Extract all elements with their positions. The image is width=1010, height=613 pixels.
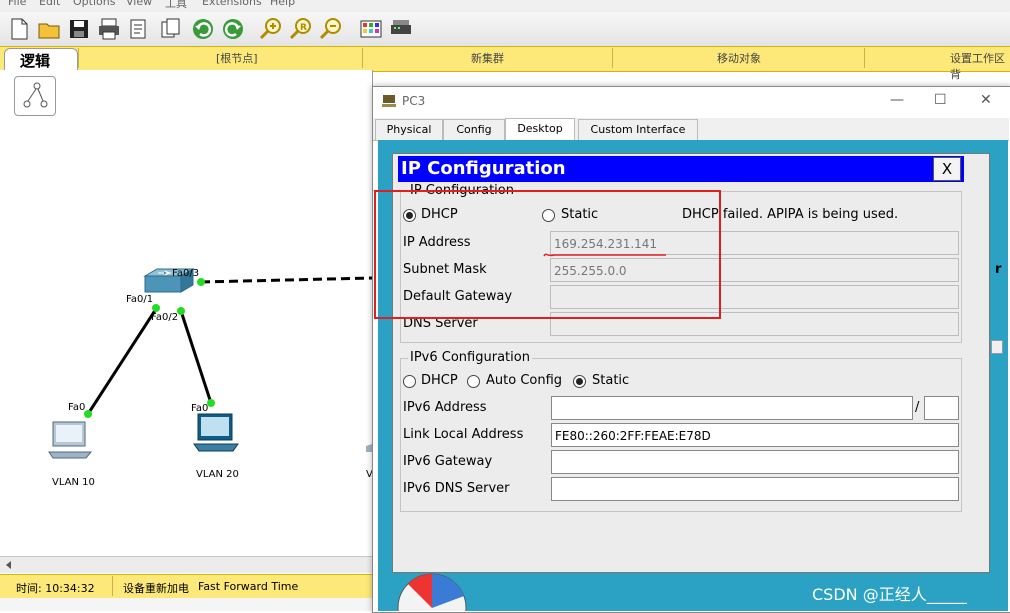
fast-forward-button[interactable]: Fast Forward Time xyxy=(198,580,298,593)
pc-app-icon xyxy=(382,95,396,107)
ipv6-gateway-label: IPv6 Gateway xyxy=(403,454,493,469)
bar-divider xyxy=(78,48,79,68)
annotation-underline xyxy=(543,253,666,257)
link-vlan20 xyxy=(179,310,213,404)
custom-device-icon[interactable] xyxy=(388,16,414,42)
menu-help[interactable]: Help xyxy=(270,0,295,8)
device-label-vlan20: VLAN 20 xyxy=(196,469,239,480)
menu-bar: File Edit Options View 工具 Extensions Hel… xyxy=(0,0,1010,12)
ipv6-auto-radio[interactable] xyxy=(467,375,480,388)
zoom-out-icon[interactable] xyxy=(318,16,344,42)
device-label-vlan10: VLAN 10 xyxy=(52,477,95,488)
bar-divider xyxy=(612,48,613,68)
ipv6-static-radio[interactable] xyxy=(573,375,586,388)
svg-text:R: R xyxy=(300,23,307,33)
port-label: Fa0 xyxy=(68,402,86,413)
print-icon[interactable] xyxy=(96,16,122,42)
workspace-bar xyxy=(0,46,1010,72)
save-icon[interactable] xyxy=(66,16,92,42)
tab-config[interactable]: Config xyxy=(443,119,505,140)
bar-divider xyxy=(864,48,865,68)
status-divider xyxy=(112,576,113,596)
watermark: CSDN @正经人_____ xyxy=(812,585,967,604)
scroll-left-icon[interactable] xyxy=(2,558,16,572)
desktop-vscrollbar[interactable] xyxy=(988,153,1006,571)
new-file-icon[interactable] xyxy=(6,16,32,42)
tab-physical[interactable]: Physical xyxy=(375,119,443,140)
ipv6-dhcp-radio[interactable] xyxy=(403,375,416,388)
menu-file[interactable]: File xyxy=(8,0,26,8)
menu-extensions[interactable]: Extensions xyxy=(202,0,262,8)
ipv6-static-label: Static xyxy=(592,373,630,388)
ipv6-auto-label: Auto Config xyxy=(486,373,563,388)
link-local-field[interactable]: FE80::260:2FF:FEAE:E78D xyxy=(551,423,959,447)
link-local-label: Link Local Address xyxy=(403,427,524,442)
ipv6-group-label: IPv6 Configuration xyxy=(408,350,532,365)
menu-edit[interactable]: Edit xyxy=(39,0,60,8)
dialog-close-button[interactable]: X xyxy=(933,157,961,181)
open-folder-icon[interactable] xyxy=(36,16,62,42)
set-background-button[interactable]: 设置工作区背 xyxy=(950,50,1010,82)
close-window-icon[interactable]: ✕ xyxy=(980,92,992,108)
menu-tools[interactable]: 工具 xyxy=(165,0,187,11)
root-node-button[interactable]: [根节点] xyxy=(216,50,258,66)
minimize-icon[interactable]: — xyxy=(890,92,904,108)
tab-desktop[interactable]: Desktop xyxy=(505,118,575,141)
port-label: Fa0/1 xyxy=(126,294,154,305)
link-vlan10 xyxy=(86,308,158,415)
maximize-icon[interactable]: ☐ xyxy=(934,92,947,108)
bottom-strip xyxy=(0,598,372,611)
tab-custom-interface[interactable]: Custom Interface xyxy=(578,119,698,140)
menu-view[interactable]: View xyxy=(126,0,152,8)
pc-icon-vlan20 xyxy=(193,413,239,452)
prefix-separator: / xyxy=(915,400,920,415)
redo-icon[interactable] xyxy=(220,16,246,42)
palette-icon[interactable] xyxy=(358,16,384,42)
pc-icon-vlan10 xyxy=(48,421,93,459)
move-object-button[interactable]: 移动对象 xyxy=(717,50,761,66)
power-cycle-button[interactable]: 设备重新加电 xyxy=(123,580,189,596)
ipv6-address-field[interactable] xyxy=(551,396,913,420)
ipv6-prefix-field[interactable] xyxy=(924,396,959,420)
ipv6-gateway-field[interactable] xyxy=(551,450,959,474)
port-label: Fa0 xyxy=(191,403,209,414)
port-label: Fa0/2 xyxy=(151,312,179,323)
ipv6-dns-label: IPv6 DNS Server xyxy=(403,481,510,496)
bar-divider xyxy=(362,48,363,68)
zoom-in-icon[interactable] xyxy=(258,16,284,42)
ipv6-dns-field[interactable] xyxy=(551,477,959,501)
logical-tab-label: 逻辑 xyxy=(20,52,51,70)
undo-icon[interactable] xyxy=(190,16,216,42)
trunk-link xyxy=(200,276,372,284)
port-label: Fa0/3 xyxy=(172,268,200,279)
dialog-title: IP Configuration xyxy=(401,158,566,179)
time-display: 时间: 10:34:32 xyxy=(16,582,95,595)
background-app-text: r xyxy=(995,262,1002,277)
window-title: PC3 xyxy=(402,94,426,108)
workspace-hscrollbar[interactable] xyxy=(0,556,372,573)
activity-wizard-icon[interactable] xyxy=(126,16,152,42)
ipv6-address-label: IPv6 Address xyxy=(403,400,487,415)
ipv6-dhcp-label: DHCP xyxy=(421,373,458,388)
new-cluster-button[interactable]: 新集群 xyxy=(471,50,504,66)
zoom-reset-icon[interactable]: R xyxy=(288,16,314,42)
copy-icon[interactable] xyxy=(158,16,184,42)
vscroll-thumb[interactable] xyxy=(991,340,1003,354)
desktop-app-icon[interactable] xyxy=(396,572,472,611)
menu-options[interactable]: Options xyxy=(73,0,115,8)
